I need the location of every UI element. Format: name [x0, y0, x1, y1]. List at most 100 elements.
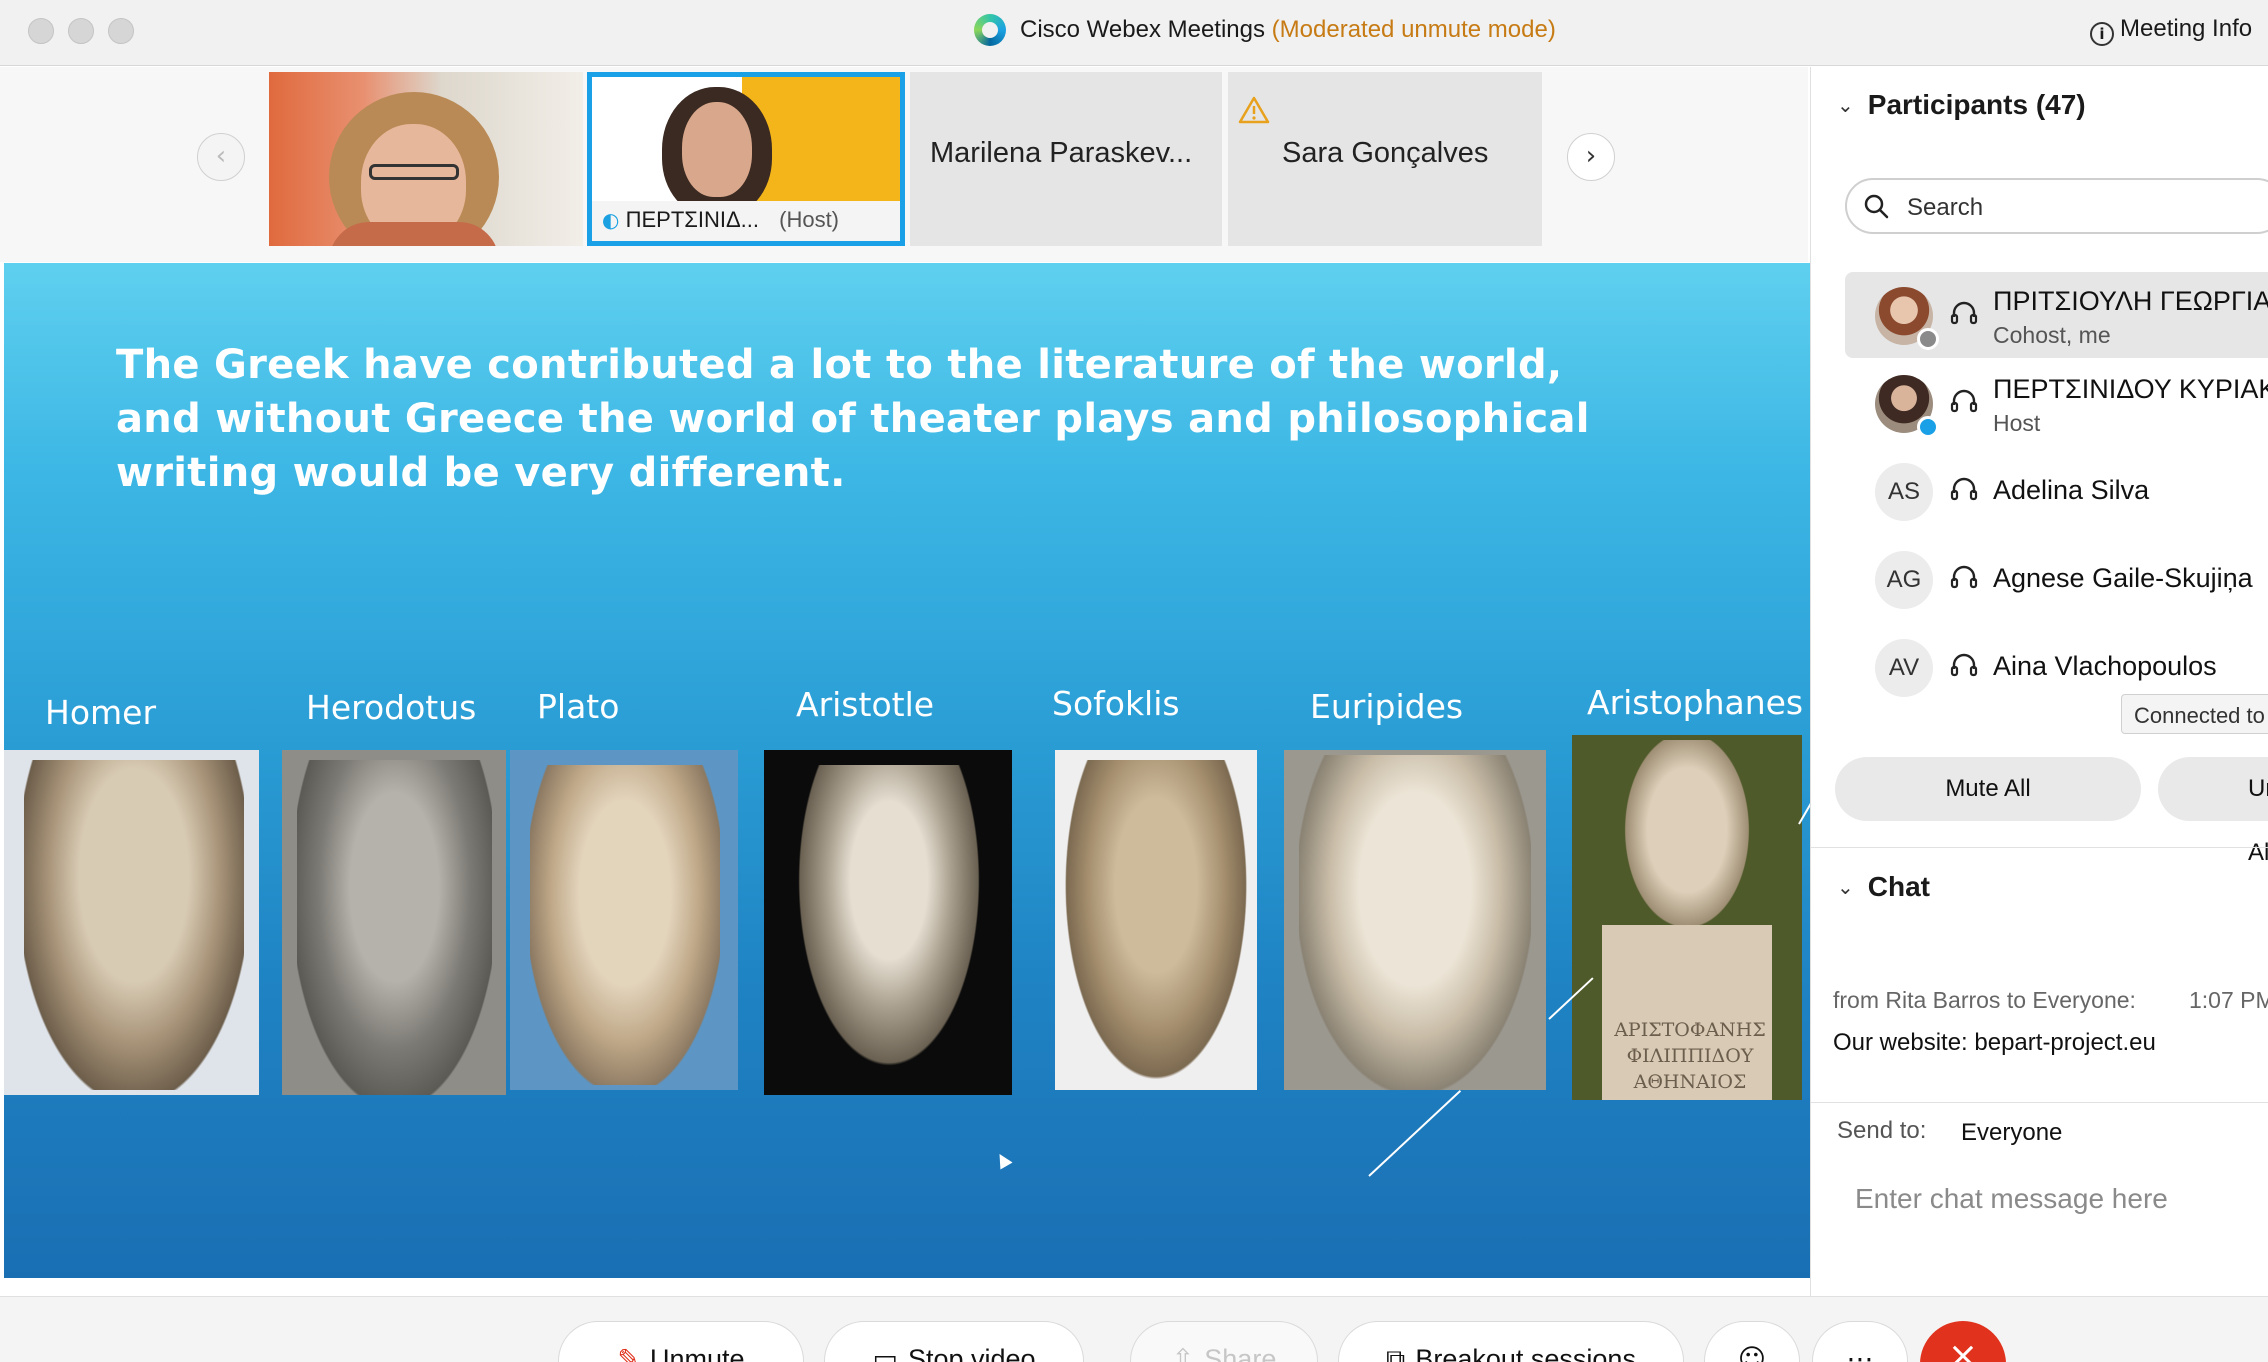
- chat-input[interactable]: Enter chat message here: [1855, 1183, 2168, 1215]
- share-button[interactable]: ⇧ Share: [1130, 1321, 1318, 1362]
- meeting-info-button[interactable]: i Meeting Info: [2090, 15, 2252, 46]
- participant-role: Cohost, me: [1993, 322, 2111, 348]
- send-to-label: Send to:: [1837, 1117, 1927, 1144]
- bust-head-shape: [1617, 740, 1757, 940]
- unmute-all-button[interactable]: Unmute All: [2158, 757, 2268, 866]
- more-options-button[interactable]: ⋯: [1812, 1321, 1908, 1362]
- video-thumbnail-host[interactable]: ◐ ΠΕΡΤΣΙΝΙΔ... (Host): [587, 72, 905, 246]
- strip-next-button[interactable]: ›: [1567, 133, 1615, 181]
- bust-shape: [297, 760, 492, 1095]
- status-badge: [1917, 416, 1939, 438]
- scarf-shape: [329, 222, 499, 246]
- share-icon: ⇧: [1171, 1344, 1195, 1362]
- glasses-shape: [369, 164, 459, 180]
- participant-search-input[interactable]: Search: [1845, 178, 2268, 234]
- participant-name: Agnese Gaile-Skujiņa: [1993, 563, 2253, 593]
- emoji-icon: ☺: [1737, 1344, 1767, 1362]
- headset-icon: [1950, 653, 1978, 677]
- minimize-window-button[interactable]: [68, 18, 94, 44]
- unmute-label: Unmute: [650, 1344, 745, 1362]
- figure-label: Euripides: [1310, 687, 1464, 726]
- headset-icon: [1950, 389, 1978, 413]
- slide-text: The Greek have contributed a lot to the …: [116, 342, 1590, 496]
- herodotus-bust-image: [282, 750, 506, 1095]
- host-name: ΠΕΡΤΣΙΝΙΔ...: [625, 207, 759, 232]
- avatar: AS: [1875, 463, 1933, 521]
- muted-microphone-icon: ✎: [617, 1344, 641, 1362]
- figure-label: Aristophanes: [1587, 683, 1804, 722]
- avatar: AV: [1875, 639, 1933, 697]
- meeting-info-label: Meeting Info: [2120, 15, 2253, 42]
- host-role: (Host): [779, 207, 840, 232]
- figure-label: Sofoklis: [1052, 684, 1180, 723]
- bust-shape: [1299, 755, 1531, 1090]
- share-label: Share: [1204, 1344, 1277, 1362]
- search-placeholder: Search: [1907, 194, 1984, 221]
- mute-all-button[interactable]: Mute All: [1835, 757, 2141, 821]
- webex-window: Cisco Webex Meetings (Moderated unmute m…: [0, 0, 2268, 1362]
- chevron-down-icon: ⌄: [1837, 875, 1854, 899]
- thumbnail-name: Sara Gonçalves: [1282, 137, 1489, 169]
- participant-row[interactable]: ΠΡΙΤΣΙΟΥΛΗ ΓΕΩΡΓΙΑ Cohost, me: [1845, 272, 2268, 358]
- homer-bust-image: [4, 750, 259, 1095]
- headset-icon: [1950, 477, 1978, 501]
- plato-bust-image: [510, 750, 738, 1090]
- zoom-window-button[interactable]: [108, 18, 134, 44]
- participants-header[interactable]: ⌄ Participants (47): [1837, 89, 2086, 121]
- euripides-bust-image: [1284, 750, 1546, 1090]
- video-camera-icon: ▭: [872, 1344, 898, 1362]
- bust-inscription: ΑΡΙΣΤΟΦΑΝΗΣ ΦΙΛΙΠΠΙΔΟΥ ΑΘΗΝΑΙΟΣ: [1610, 1017, 1770, 1095]
- strip-prev-button[interactable]: ‹: [197, 133, 245, 181]
- name-thumbnail-sara[interactable]: Sara Gonçalves: [1228, 72, 1542, 246]
- participant-row[interactable]: ΠΕΡΤΣΙΝΙΔΟΥ ΚΥΡΙΑΚΗ Host: [1845, 360, 2268, 446]
- stop-video-label: Stop video: [907, 1344, 1036, 1362]
- search-icon: [1864, 194, 1889, 219]
- connection-tooltip: Connected to: [2121, 694, 2268, 734]
- chevron-left-icon: ‹: [215, 141, 227, 171]
- decorative-line: [1368, 1090, 1462, 1177]
- section-divider: [1811, 1102, 2268, 1103]
- video-thumbnail-1[interactable]: [269, 72, 583, 246]
- figure-label: Aristotle: [796, 685, 935, 724]
- breakout-icon: ⧉: [1386, 1344, 1406, 1362]
- breakout-sessions-button[interactable]: ⧉ Breakout sessions: [1338, 1321, 1684, 1362]
- name-thumbnail-marilena[interactable]: Marilena Paraskev...: [910, 72, 1222, 246]
- chat-title: Chat: [1867, 871, 1930, 902]
- participant-video-strip: ‹ ◐ ΠΕΡΤΣΙΝΙΔ... (Host) Marilena Paraske…: [0, 67, 1808, 262]
- close-window-button[interactable]: [28, 18, 54, 44]
- window-title: Cisco Webex Meetings (Moderated unmute m…: [1020, 16, 1556, 44]
- meeting-controls: ✎ Unmute ▭ Stop video ⇧ Share ⧉ Breakout ses…: [0, 1296, 2268, 1362]
- chevron-down-icon: ⌄: [1837, 93, 1854, 117]
- mouse-cursor-icon: [993, 1150, 1013, 1170]
- figure-label: Plato: [537, 687, 620, 726]
- send-to-select[interactable]: Everyone: [1961, 1119, 2062, 1147]
- unmute-button[interactable]: ✎ Unmute: [558, 1321, 804, 1362]
- participant-row[interactable]: AS Adelina Silva: [1845, 448, 2268, 534]
- participant-row[interactable]: AG Agnese Gaile-Skujiņa: [1845, 536, 2268, 622]
- chat-header[interactable]: ⌄ Chat: [1837, 871, 1930, 903]
- bust-shape: [530, 765, 720, 1085]
- bust-shape: [24, 760, 244, 1090]
- headset-icon: [1950, 565, 1978, 589]
- bust-shape: [1060, 760, 1252, 1090]
- info-icon: i: [2090, 22, 2114, 46]
- avatar: AG: [1875, 551, 1933, 609]
- herm-pillar-shape: ΑΡΙΣΤΟΦΑΝΗΣ ΦΙΛΙΠΠΙΔΟΥ ΑΘΗΝΑΙΟΣ: [1602, 925, 1772, 1100]
- leave-meeting-button[interactable]: ×: [1920, 1321, 2006, 1362]
- more-icon: ⋯: [1846, 1344, 1874, 1362]
- inscription-line: ΑΡΙΣΤΟΦΑΝΗΣ: [1614, 1019, 1766, 1041]
- bust-shape: [784, 765, 994, 1095]
- participant-name: ΠΡΙΤΣΙΟΥΛΗ ΓΕΩΡΓΙΑ: [1993, 286, 2268, 316]
- host-thumbnail-label: ◐ ΠΕΡΤΣΙΝΙΔ... (Host): [592, 201, 900, 241]
- aristophanes-bust-image: ΑΡΙΣΤΟΦΑΝΗΣ ΦΙΛΙΠΠΙΔΟΥ ΑΘΗΝΑΙΟΣ: [1572, 735, 1802, 1100]
- webex-logo-icon: [974, 14, 1006, 46]
- status-badge: [1917, 328, 1939, 350]
- participant-name: Aina Vlachopoulos: [1993, 651, 2217, 681]
- title-bar: Cisco Webex Meetings (Moderated unmute m…: [0, 0, 2268, 66]
- app-title: Cisco Webex Meetings: [1020, 16, 1265, 43]
- reactions-button[interactable]: ☺: [1704, 1321, 1800, 1362]
- shared-screen: The Greek have contributed a lot to the …: [4, 263, 1810, 1278]
- stop-video-button[interactable]: ▭ Stop video: [824, 1321, 1084, 1362]
- participant-name: ΠΕΡΤΣΙΝΙΔΟΥ ΚΥΡΙΑΚΗ: [1993, 374, 2268, 404]
- inscription-line: ΦΙΛΙΠΠΙΔΟΥ: [1626, 1045, 1754, 1067]
